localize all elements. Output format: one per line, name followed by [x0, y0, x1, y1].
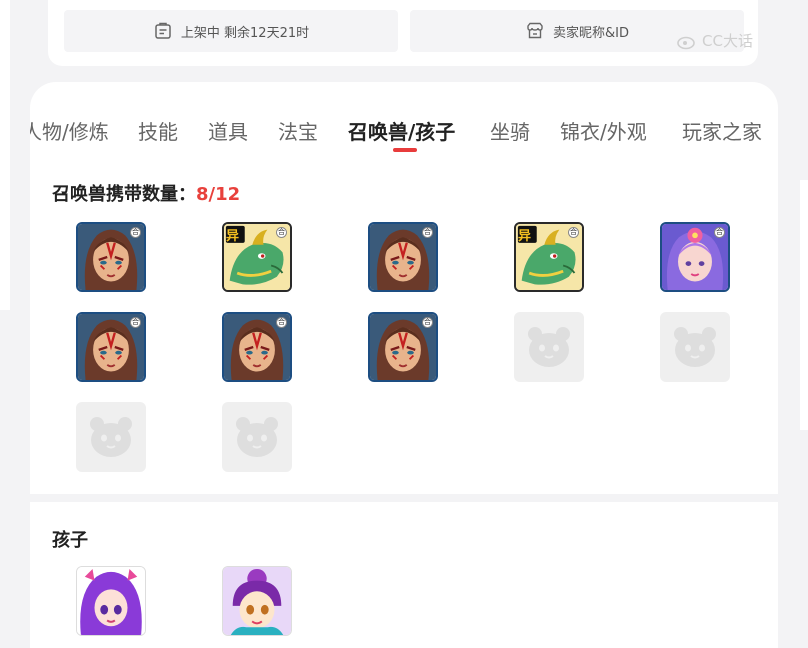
page-edge-right [800, 180, 808, 430]
pets-panel: 人物/修炼 技能 道具 法宝 召唤兽/孩子 坐骑 锦衣/外观 玩家之家 召唤兽携… [30, 82, 778, 494]
summon-fairy-avatar[interactable]: 合 [660, 222, 730, 292]
weibo-icon [677, 36, 695, 49]
bound-badge-icon: 合 [276, 227, 287, 238]
shop-icon [527, 22, 543, 39]
tab-items[interactable]: 道具 [208, 116, 248, 145]
page-edge-left [0, 0, 10, 310]
bound-badge-icon: 合 [422, 317, 433, 328]
tab-character[interactable]: 人物/修炼 [30, 116, 109, 145]
listing-status-label: 上架中 剩余12天21时 [180, 25, 310, 41]
bound-badge-icon: 合 [422, 227, 433, 238]
tab-mounts[interactable]: 坐骑 [490, 116, 530, 145]
summon-warrior-avatar[interactable]: 合 [368, 312, 438, 382]
active-tab-indicator [393, 148, 417, 152]
empty-summon-slot[interactable] [514, 312, 584, 382]
summon-dragon-avatar[interactable]: 合异 [514, 222, 584, 292]
summon-warrior-avatar[interactable]: 合 [76, 222, 146, 292]
bound-badge-icon: 合 [276, 317, 287, 328]
summon-dragon-avatar[interactable]: 合异 [222, 222, 292, 292]
children-title: 孩子 [52, 530, 88, 551]
child-avatar[interactable] [222, 566, 292, 636]
summon-warrior-avatar[interactable]: 合 [368, 222, 438, 292]
variant-badge: 异 [518, 229, 532, 244]
summon-warrior-avatar[interactable]: 合 [76, 312, 146, 382]
children-panel: 孩子 [30, 502, 778, 648]
summons-count: 8/12 [196, 184, 241, 205]
tab-outfits[interactable]: 锦衣/外观 [560, 116, 647, 145]
empty-summon-slot[interactable] [222, 402, 292, 472]
tab-treasures[interactable]: 法宝 [278, 116, 318, 145]
tab-player-home[interactable]: 玩家之家 [682, 116, 762, 145]
listing-status-button[interactable]: 上架中 剩余12天21时 [64, 10, 398, 52]
summons-title-label: 召唤兽携带数量： [52, 184, 196, 205]
summon-warrior-avatar[interactable]: 合 [222, 312, 292, 382]
watermark-text: CC大话 [702, 32, 753, 50]
category-tabs: 人物/修炼 技能 道具 法宝 召唤兽/孩子 坐骑 锦衣/外观 玩家之家 [30, 82, 778, 152]
summons-count-title: 召唤兽携带数量：8/12 [52, 180, 240, 206]
listing-info-card: 上架中 剩余12天21时 卖家昵称&ID [48, 0, 758, 66]
variant-badge: 异 [226, 229, 240, 244]
bound-badge-icon: 合 [714, 227, 725, 238]
listing-doc-icon [155, 22, 171, 39]
bound-badge-icon: 合 [130, 317, 141, 328]
watermark: CC大话 [676, 30, 753, 51]
empty-summon-slot[interactable] [660, 312, 730, 382]
tab-skills[interactable]: 技能 [138, 116, 178, 145]
bound-badge-icon: 合 [568, 227, 579, 238]
child-avatar[interactable] [76, 566, 146, 636]
seller-label: 卖家昵称&ID [553, 25, 629, 41]
bound-badge-icon: 合 [130, 227, 141, 238]
empty-summon-slot[interactable] [76, 402, 146, 472]
tab-summons-children[interactable]: 召唤兽/孩子 [348, 116, 455, 145]
